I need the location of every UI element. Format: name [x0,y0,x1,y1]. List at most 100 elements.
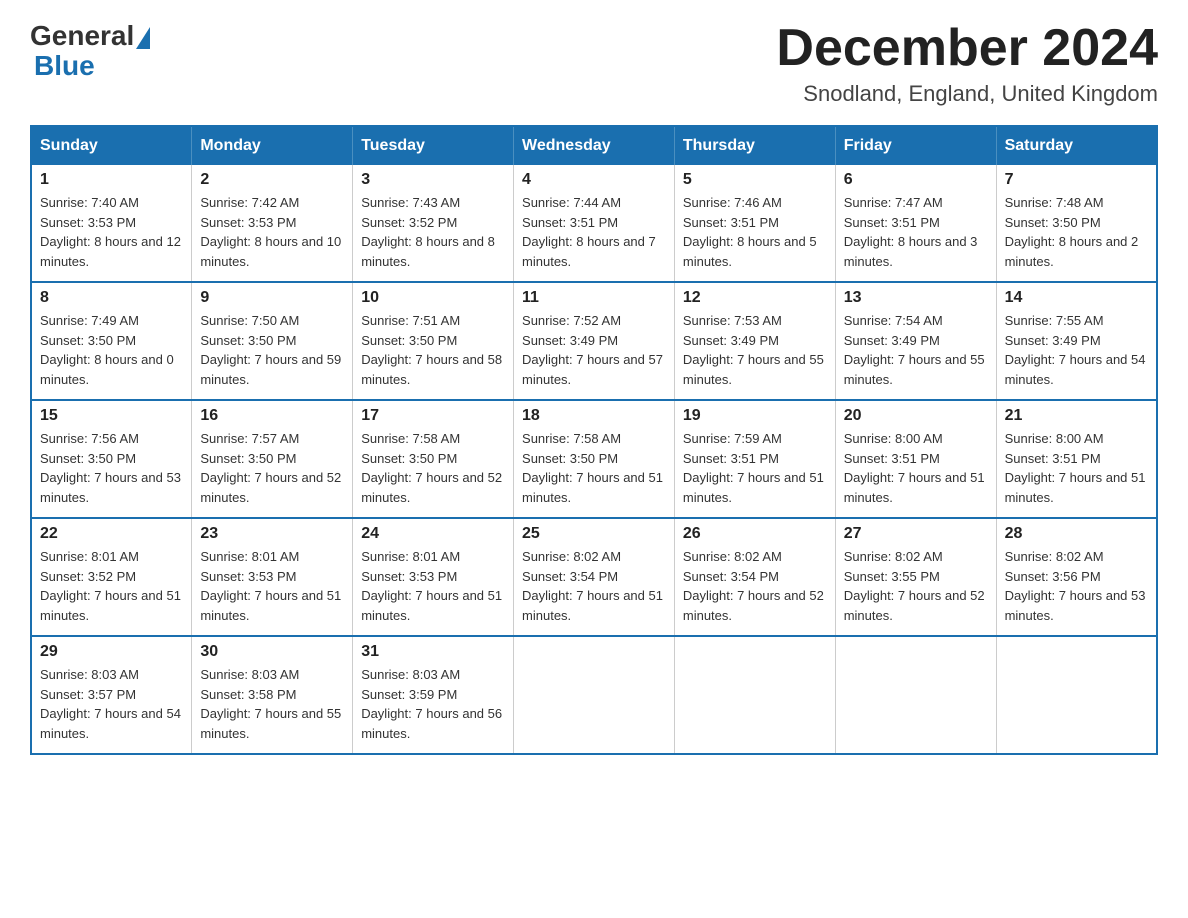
day-number: 28 [1005,525,1148,543]
weekday-header-thursday: Thursday [674,126,835,165]
day-number: 24 [361,525,505,543]
day-number: 26 [683,525,827,543]
day-number: 15 [40,407,183,425]
day-info: Sunrise: 7:58 AM Sunset: 3:50 PM Dayligh… [522,429,666,507]
calendar-cell: 23 Sunrise: 8:01 AM Sunset: 3:53 PM Dayl… [192,518,353,636]
calendar-cell: 27 Sunrise: 8:02 AM Sunset: 3:55 PM Dayl… [835,518,996,636]
calendar-cell: 8 Sunrise: 7:49 AM Sunset: 3:50 PM Dayli… [31,282,192,400]
day-info: Sunrise: 7:54 AM Sunset: 3:49 PM Dayligh… [844,311,988,389]
day-number: 2 [200,171,344,189]
calendar-cell [996,636,1157,754]
day-number: 23 [200,525,344,543]
calendar-cell: 10 Sunrise: 7:51 AM Sunset: 3:50 PM Dayl… [353,282,514,400]
calendar-cell: 17 Sunrise: 7:58 AM Sunset: 3:50 PM Dayl… [353,400,514,518]
calendar-cell: 15 Sunrise: 7:56 AM Sunset: 3:50 PM Dayl… [31,400,192,518]
day-info: Sunrise: 7:49 AM Sunset: 3:50 PM Dayligh… [40,311,183,389]
calendar-cell: 21 Sunrise: 8:00 AM Sunset: 3:51 PM Dayl… [996,400,1157,518]
day-info: Sunrise: 7:44 AM Sunset: 3:51 PM Dayligh… [522,193,666,271]
calendar-cell: 18 Sunrise: 7:58 AM Sunset: 3:50 PM Dayl… [514,400,675,518]
calendar-cell: 6 Sunrise: 7:47 AM Sunset: 3:51 PM Dayli… [835,165,996,282]
day-info: Sunrise: 7:58 AM Sunset: 3:50 PM Dayligh… [361,429,505,507]
day-info: Sunrise: 8:02 AM Sunset: 3:55 PM Dayligh… [844,547,988,625]
day-number: 4 [522,171,666,189]
calendar-cell: 22 Sunrise: 8:01 AM Sunset: 3:52 PM Dayl… [31,518,192,636]
calendar-week-row: 29 Sunrise: 8:03 AM Sunset: 3:57 PM Dayl… [31,636,1157,754]
day-info: Sunrise: 7:52 AM Sunset: 3:49 PM Dayligh… [522,311,666,389]
day-info: Sunrise: 7:53 AM Sunset: 3:49 PM Dayligh… [683,311,827,389]
calendar-cell: 12 Sunrise: 7:53 AM Sunset: 3:49 PM Dayl… [674,282,835,400]
calendar-cell: 3 Sunrise: 7:43 AM Sunset: 3:52 PM Dayli… [353,165,514,282]
day-number: 22 [40,525,183,543]
day-info: Sunrise: 7:57 AM Sunset: 3:50 PM Dayligh… [200,429,344,507]
day-number: 13 [844,289,988,307]
calendar-table: SundayMondayTuesdayWednesdayThursdayFrid… [30,125,1158,755]
day-number: 31 [361,643,505,661]
day-number: 20 [844,407,988,425]
calendar-cell: 2 Sunrise: 7:42 AM Sunset: 3:53 PM Dayli… [192,165,353,282]
weekday-header-sunday: Sunday [31,126,192,165]
day-number: 3 [361,171,505,189]
logo-blue-text: Blue [34,50,95,82]
day-info: Sunrise: 8:03 AM Sunset: 3:59 PM Dayligh… [361,665,505,743]
day-number: 8 [40,289,183,307]
day-number: 7 [1005,171,1148,189]
day-number: 25 [522,525,666,543]
calendar-cell [835,636,996,754]
calendar-cell [674,636,835,754]
weekday-header-tuesday: Tuesday [353,126,514,165]
day-info: Sunrise: 8:03 AM Sunset: 3:58 PM Dayligh… [200,665,344,743]
day-number: 21 [1005,407,1148,425]
calendar-cell: 20 Sunrise: 8:00 AM Sunset: 3:51 PM Dayl… [835,400,996,518]
day-info: Sunrise: 7:51 AM Sunset: 3:50 PM Dayligh… [361,311,505,389]
day-info: Sunrise: 7:42 AM Sunset: 3:53 PM Dayligh… [200,193,344,271]
day-number: 29 [40,643,183,661]
day-info: Sunrise: 7:40 AM Sunset: 3:53 PM Dayligh… [40,193,183,271]
day-info: Sunrise: 8:01 AM Sunset: 3:53 PM Dayligh… [361,547,505,625]
day-info: Sunrise: 8:03 AM Sunset: 3:57 PM Dayligh… [40,665,183,743]
day-info: Sunrise: 7:48 AM Sunset: 3:50 PM Dayligh… [1005,193,1148,271]
day-number: 1 [40,171,183,189]
calendar-cell: 4 Sunrise: 7:44 AM Sunset: 3:51 PM Dayli… [514,165,675,282]
day-number: 10 [361,289,505,307]
calendar-cell [514,636,675,754]
calendar-cell: 5 Sunrise: 7:46 AM Sunset: 3:51 PM Dayli… [674,165,835,282]
day-info: Sunrise: 8:00 AM Sunset: 3:51 PM Dayligh… [844,429,988,507]
day-info: Sunrise: 7:59 AM Sunset: 3:51 PM Dayligh… [683,429,827,507]
logo-general-text: General [30,20,134,52]
day-info: Sunrise: 8:02 AM Sunset: 3:54 PM Dayligh… [683,547,827,625]
day-number: 19 [683,407,827,425]
weekday-header-saturday: Saturday [996,126,1157,165]
day-number: 27 [844,525,988,543]
day-number: 17 [361,407,505,425]
day-number: 14 [1005,289,1148,307]
calendar-cell: 24 Sunrise: 8:01 AM Sunset: 3:53 PM Dayl… [353,518,514,636]
calendar-week-row: 15 Sunrise: 7:56 AM Sunset: 3:50 PM Dayl… [31,400,1157,518]
weekday-header-wednesday: Wednesday [514,126,675,165]
day-info: Sunrise: 7:43 AM Sunset: 3:52 PM Dayligh… [361,193,505,271]
day-number: 5 [683,171,827,189]
logo: General Blue [30,20,150,82]
calendar-week-row: 22 Sunrise: 8:01 AM Sunset: 3:52 PM Dayl… [31,518,1157,636]
title-area: December 2024 Snodland, England, United … [776,20,1158,107]
day-number: 9 [200,289,344,307]
calendar-week-row: 8 Sunrise: 7:49 AM Sunset: 3:50 PM Dayli… [31,282,1157,400]
day-info: Sunrise: 7:47 AM Sunset: 3:51 PM Dayligh… [844,193,988,271]
day-info: Sunrise: 7:50 AM Sunset: 3:50 PM Dayligh… [200,311,344,389]
calendar-cell: 29 Sunrise: 8:03 AM Sunset: 3:57 PM Dayl… [31,636,192,754]
logo-triangle-icon [136,27,150,49]
calendar-cell: 30 Sunrise: 8:03 AM Sunset: 3:58 PM Dayl… [192,636,353,754]
calendar-cell: 25 Sunrise: 8:02 AM Sunset: 3:54 PM Dayl… [514,518,675,636]
calendar-cell: 26 Sunrise: 8:02 AM Sunset: 3:54 PM Dayl… [674,518,835,636]
day-number: 11 [522,289,666,307]
day-info: Sunrise: 7:55 AM Sunset: 3:49 PM Dayligh… [1005,311,1148,389]
calendar-cell: 1 Sunrise: 7:40 AM Sunset: 3:53 PM Dayli… [31,165,192,282]
day-info: Sunrise: 8:01 AM Sunset: 3:52 PM Dayligh… [40,547,183,625]
calendar-cell: 19 Sunrise: 7:59 AM Sunset: 3:51 PM Dayl… [674,400,835,518]
calendar-cell: 9 Sunrise: 7:50 AM Sunset: 3:50 PM Dayli… [192,282,353,400]
day-number: 12 [683,289,827,307]
day-number: 30 [200,643,344,661]
location-subtitle: Snodland, England, United Kingdom [776,81,1158,107]
calendar-cell: 11 Sunrise: 7:52 AM Sunset: 3:49 PM Dayl… [514,282,675,400]
day-number: 6 [844,171,988,189]
day-info: Sunrise: 8:02 AM Sunset: 3:56 PM Dayligh… [1005,547,1148,625]
